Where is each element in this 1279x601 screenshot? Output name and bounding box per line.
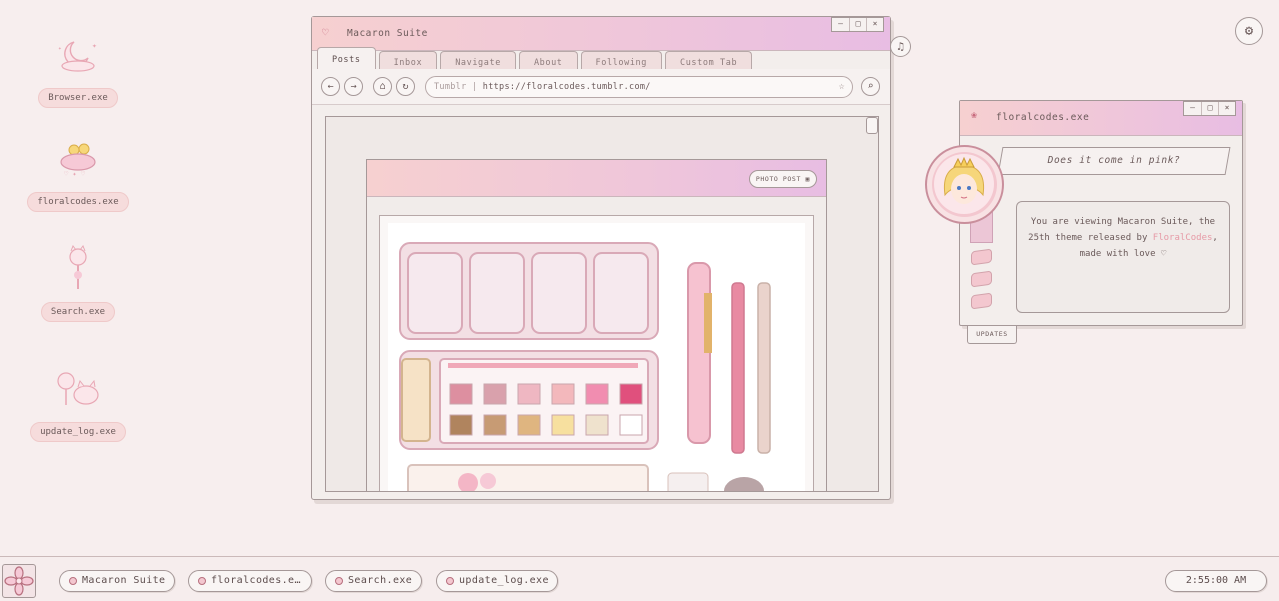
refresh-icon[interactable]: ↻ xyxy=(396,77,415,96)
taskbar-item-label: floralcodes.e… xyxy=(211,575,301,586)
browser-window: ♡ Macaron Suite – □ × Posts Inbox Naviga… xyxy=(311,16,891,500)
palette-artwork xyxy=(388,223,805,491)
status-dot-icon xyxy=(335,577,343,585)
desktop-icon-search[interactable]: Search.exe xyxy=(28,244,128,322)
status-dot-icon xyxy=(198,577,206,585)
home-icon[interactable]: ⌂ xyxy=(373,77,392,96)
desktop-icon-label: Browser.exe xyxy=(38,88,118,108)
window-controls: – □ × xyxy=(831,17,884,32)
desktop-icon-browser[interactable]: ✦ ✦ Browser.exe xyxy=(28,30,128,108)
start-flower-icon[interactable] xyxy=(2,564,36,598)
url-separator: | xyxy=(471,82,483,92)
taskbar-item-label: Macaron Suite xyxy=(82,575,166,586)
widget-titlebar[interactable]: ❀ floralcodes.exe – □ × xyxy=(960,101,1242,136)
svg-text:✦: ✦ xyxy=(58,45,62,52)
post-header: PHOTO POST ▣ xyxy=(367,160,826,197)
heart-icon: ♡ xyxy=(322,26,329,39)
search-icon[interactable]: ⌕ xyxy=(861,77,880,96)
widget-minimize-button[interactable]: – xyxy=(1184,102,1201,115)
svg-text:♡ ✦ ♡: ♡ ✦ ♡ xyxy=(64,170,86,178)
widget-window-controls: – □ × xyxy=(1183,101,1236,116)
close-button[interactable]: × xyxy=(866,18,883,31)
avatar xyxy=(925,145,1004,224)
updates-tab[interactable]: UPDATES xyxy=(967,326,1017,344)
flower-cloud-icon: ♡ ✦ ♡ xyxy=(52,134,104,186)
cat-flower-icon xyxy=(52,244,104,296)
minimize-button[interactable]: – xyxy=(832,18,849,31)
desktop-icon-update-log[interactable]: update_log.exe xyxy=(28,364,128,442)
widget-title: floralcodes.exe xyxy=(996,112,1090,123)
gear-icon[interactable]: ⚙ xyxy=(1235,17,1263,45)
taskbar-item-floralcodes[interactable]: floralcodes.e… xyxy=(188,570,312,592)
star-icon[interactable]: ☆ xyxy=(839,77,845,97)
desktop-icon-label: Search.exe xyxy=(40,302,116,322)
floralcodes-link[interactable]: FloralCodes xyxy=(1153,233,1213,243)
taskbar-item-macaron-suite[interactable]: Macaron Suite xyxy=(59,570,175,592)
taskbar-item-label: update_log.exe xyxy=(459,575,549,586)
url-prefix: Tumblr xyxy=(434,82,467,92)
taskbar-item-search[interactable]: Search.exe xyxy=(325,570,422,592)
status-dot-icon xyxy=(446,577,454,585)
quote-banner: Does it come in pink? xyxy=(997,147,1231,175)
clock: 2:55:00 AM xyxy=(1165,570,1267,592)
cat-lamp-icon xyxy=(52,364,104,416)
desktop-icon-label: update_log.exe xyxy=(30,422,126,442)
photo-post-badge[interactable]: PHOTO POST ▣ xyxy=(748,170,817,188)
desktop-icon-floralcodes[interactable]: ♡ ✦ ♡ floralcodes.exe xyxy=(27,134,129,212)
image-icon: ▣ xyxy=(805,175,810,183)
window-title: Macaron Suite xyxy=(347,28,428,39)
flower-icon: ❀ xyxy=(971,110,978,121)
taskbar: Macaron Suite floralcodes.e… Search.exe … xyxy=(0,556,1279,601)
url-text: https://floralcodes.tumblr.com/ xyxy=(482,82,651,92)
widget-maximize-button[interactable]: □ xyxy=(1201,102,1218,115)
music-note-icon[interactable]: ♫ xyxy=(890,36,911,57)
photo-post-label: PHOTO POST xyxy=(755,175,801,183)
browser-titlebar[interactable]: ♡ Macaron Suite – □ × xyxy=(312,17,890,51)
taskbar-item-update-log[interactable]: update_log.exe xyxy=(436,570,558,592)
back-arrow-icon[interactable]: ← xyxy=(321,77,340,96)
svg-text:✦: ✦ xyxy=(92,41,97,50)
widget-close-button[interactable]: × xyxy=(1218,102,1235,115)
maximize-button[interactable]: □ xyxy=(849,18,866,31)
navigation-bar: ← → ⌂ ↻ Tumblr | https://floralcodes.tum… xyxy=(312,69,890,105)
photo-post: PHOTO POST ▣ xyxy=(366,159,827,491)
post-body xyxy=(379,215,814,491)
info-box: You are viewing Macaron Suite, the 25th … xyxy=(1016,201,1230,313)
forward-arrow-icon[interactable]: → xyxy=(344,77,363,96)
scrollbar-thumb[interactable] xyxy=(866,117,878,134)
url-bar[interactable]: Tumblr | https://floralcodes.tumblr.com/… xyxy=(425,76,853,98)
taskbar-item-label: Search.exe xyxy=(348,575,413,586)
content-viewport[interactable]: PHOTO POST ▣ xyxy=(325,116,879,492)
status-dot-icon xyxy=(69,577,77,585)
moon-cloud-icon: ✦ ✦ xyxy=(52,30,104,82)
desktop-icon-label: floralcodes.exe xyxy=(27,192,129,212)
quote-text: Does it come in pink? xyxy=(1047,155,1181,166)
